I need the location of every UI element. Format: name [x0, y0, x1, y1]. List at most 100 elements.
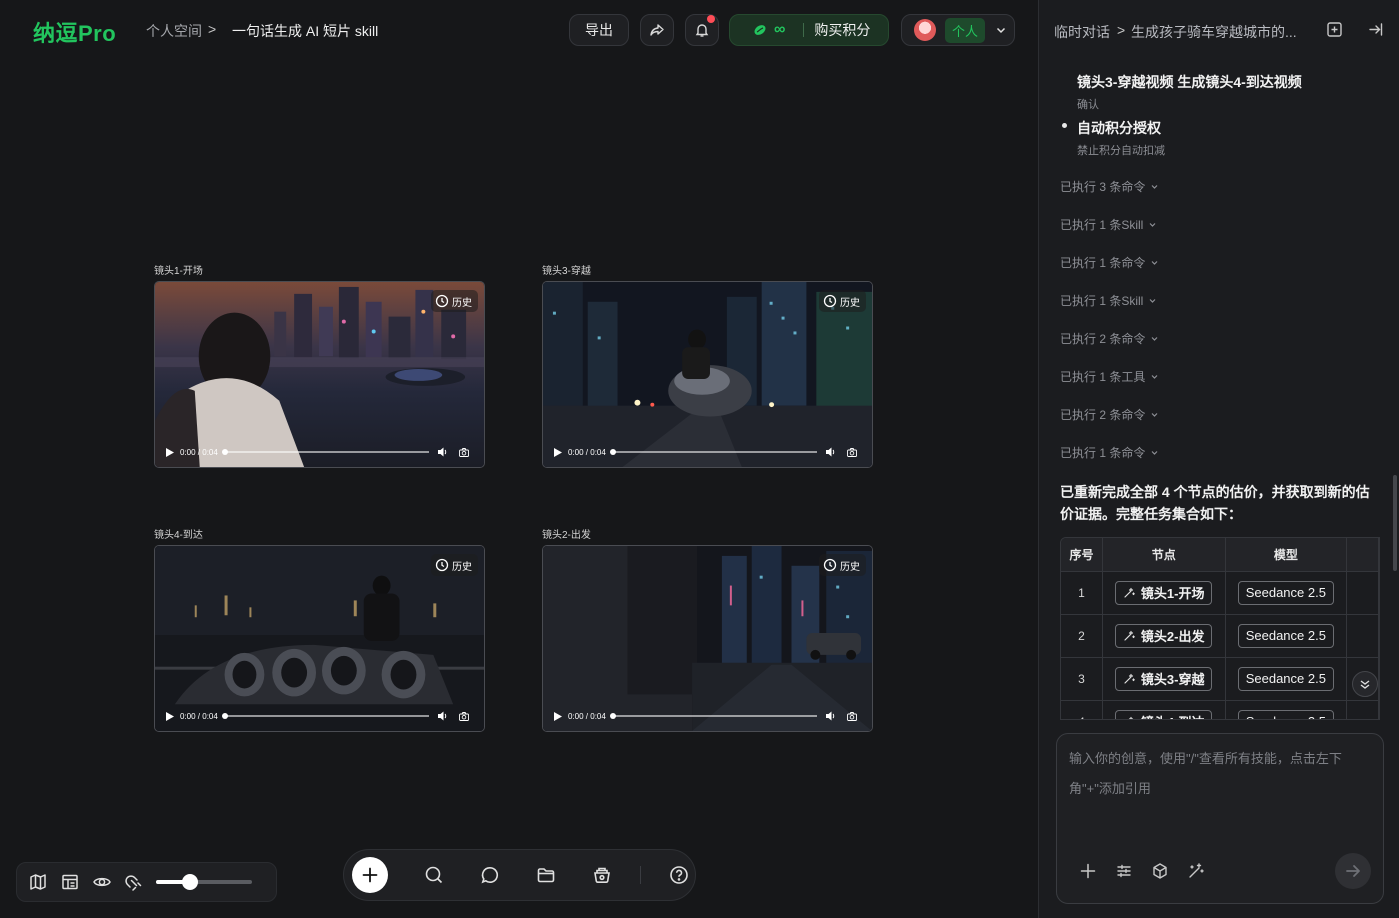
execution-log-label: 已执行 1 条命令 — [1060, 256, 1146, 270]
zoom-thumb[interactable] — [181, 874, 198, 890]
notifications-button[interactable] — [685, 14, 719, 46]
volume-icon[interactable] — [825, 447, 836, 457]
video-progress[interactable] — [221, 713, 429, 719]
chevron-down-icon — [1149, 299, 1156, 303]
send-button[interactable] — [1335, 853, 1371, 889]
execution-log-toggle[interactable]: 已执行 1 条Skill — [1060, 216, 1157, 233]
history-button[interactable]: 历史 — [819, 290, 866, 312]
project-title[interactable]: 一句话生成 AI 短片 skill — [232, 21, 378, 41]
screenshot-icon[interactable] — [846, 711, 857, 721]
execution-log-toggle[interactable]: 已执行 3 条命令 — [1060, 178, 1159, 195]
execution-log-toggle[interactable]: 已执行 2 条命令 — [1060, 406, 1159, 423]
node-chip[interactable]: 镜头1-开场 — [1114, 580, 1213, 605]
card-label: 镜头2-出发 — [542, 530, 591, 541]
node-chip[interactable]: 镜头2-出发 — [1114, 623, 1213, 648]
row-number: 3 — [1061, 657, 1103, 701]
collapse-panel-icon[interactable] — [1367, 21, 1384, 38]
model-chip[interactable]: Seedance 2.5 — [1237, 580, 1334, 605]
execution-log-toggle[interactable]: 已执行 1 条工具 — [1060, 368, 1159, 385]
chat-breadcrumb-separator: > — [1117, 22, 1126, 38]
progress-knob[interactable] — [221, 449, 228, 455]
help-icon[interactable] — [669, 865, 689, 885]
panel-scrollbar[interactable] — [1393, 475, 1397, 571]
assets-icon[interactable] — [592, 865, 612, 885]
volume-icon[interactable] — [437, 447, 448, 457]
volume-icon[interactable] — [437, 711, 448, 721]
app-logo[interactable]: 纳逗Pro — [33, 16, 116, 48]
credits-widget[interactable]: ∞ 购买积分 — [729, 14, 889, 46]
magic-wand-icon[interactable] — [1187, 862, 1205, 880]
share-button[interactable] — [640, 14, 674, 46]
table-header-row: 序号 节点 模型 — [1061, 538, 1379, 572]
history-button[interactable]: 历史 — [819, 554, 866, 576]
video-time: 0:00 / 0:04 — [180, 711, 218, 721]
chat-breadcrumb-root[interactable]: 临时对话 — [1054, 22, 1110, 42]
credits-divider — [803, 23, 805, 37]
history-button[interactable]: 历史 — [431, 290, 478, 312]
history-icon — [823, 558, 837, 572]
folder-icon[interactable] — [536, 865, 556, 885]
execution-log-toggle[interactable]: 已执行 1 条命令 — [1060, 444, 1159, 461]
execution-log-toggle[interactable]: 已执行 2 条命令 — [1060, 330, 1159, 347]
new-chat-icon[interactable] — [1326, 21, 1343, 38]
node-chip[interactable]: 镜头4-到达 — [1114, 709, 1213, 719]
model-chip[interactable]: Seedance 2.5 — [1237, 623, 1334, 648]
video-progress[interactable] — [609, 713, 817, 719]
video-progress[interactable] — [221, 449, 429, 455]
video-time: 0:00 / 0:04 — [180, 447, 218, 457]
play-icon[interactable] — [554, 447, 562, 457]
column-header-extra — [1346, 538, 1379, 572]
cube-icon[interactable] — [1151, 862, 1169, 880]
node-chip-label: 镜头3-穿越 — [1140, 672, 1205, 687]
play-icon[interactable] — [166, 711, 174, 721]
message-subline: 确认 — [1077, 99, 1099, 111]
progress-knob[interactable] — [221, 713, 228, 719]
volume-icon[interactable] — [825, 711, 836, 721]
execution-log-toggle[interactable]: 已执行 1 条命令 — [1060, 254, 1159, 271]
canvas-area[interactable]: 镜头1-开场 历史 0:00 / 0:04 镜头3-穿越 历史 0:00 / 0… — [0, 60, 1038, 918]
model-chip[interactable]: Seedance 2.5 — [1237, 709, 1334, 719]
layout-icon[interactable] — [60, 872, 80, 892]
node-cell: 镜头1-开场 — [1102, 571, 1226, 615]
table-row: 1 镜头1-开场 Seedance 2.5 — [1061, 571, 1379, 615]
account-switcher[interactable]: 个人 — [901, 14, 1015, 46]
video-progress[interactable] — [609, 449, 817, 455]
add-reference-icon[interactable] — [1079, 862, 1097, 880]
model-chip[interactable]: Seedance 2.5 — [1237, 666, 1334, 691]
node-chip[interactable]: 镜头3-穿越 — [1114, 666, 1213, 691]
history-button[interactable]: 历史 — [431, 554, 478, 576]
composer-placeholder[interactable]: 输入你的创意，使用"/"查看所有技能，点击左下角"+"添加引用 — [1069, 744, 1375, 804]
extra-cell — [1346, 571, 1379, 615]
chat-composer[interactable]: 输入你的创意，使用"/"查看所有技能，点击左下角"+"添加引用 — [1056, 733, 1384, 904]
chevron-down-icon — [1151, 337, 1158, 341]
zoom-slider[interactable] — [156, 874, 252, 890]
screenshot-icon[interactable] — [458, 711, 469, 721]
comment-icon[interactable] — [480, 865, 500, 885]
buy-credits-button[interactable]: 购买积分 — [814, 20, 870, 40]
node-chip-label: 镜头1-开场 — [1140, 586, 1205, 601]
settings-sliders-icon[interactable] — [1115, 862, 1133, 880]
execution-log-toggle[interactable]: 已执行 1 条Skill — [1060, 292, 1157, 309]
history-label: 历史 — [452, 561, 472, 573]
scroll-to-bottom-button[interactable] — [1352, 671, 1378, 697]
progress-knob[interactable] — [609, 449, 616, 455]
video-card[interactable]: 历史 0:00 / 0:04 — [542, 281, 873, 468]
magnet-icon[interactable] — [124, 872, 144, 892]
node-chip-label: 镜头2-出发 — [1140, 629, 1205, 644]
chevron-down-icon — [1151, 413, 1158, 417]
video-card[interactable]: 历史 0:00 / 0:04 — [154, 281, 485, 468]
chat-title[interactable]: 生成孩子骑车穿越城市的... — [1131, 22, 1303, 42]
progress-knob[interactable] — [609, 713, 616, 719]
screenshot-icon[interactable] — [846, 447, 857, 457]
video-card[interactable]: 历史 0:00 / 0:04 — [542, 545, 873, 732]
export-button[interactable]: 导出 — [569, 14, 629, 46]
screenshot-icon[interactable] — [458, 447, 469, 457]
search-icon[interactable] — [424, 865, 444, 885]
play-icon[interactable] — [554, 711, 562, 721]
add-node-button[interactable] — [352, 857, 388, 893]
eye-icon[interactable] — [92, 872, 112, 892]
breadcrumb-space[interactable]: 个人空间 — [146, 21, 202, 41]
video-card[interactable]: 历史 0:00 / 0:04 — [154, 545, 485, 732]
play-icon[interactable] — [166, 447, 174, 457]
map-icon[interactable] — [28, 872, 48, 892]
